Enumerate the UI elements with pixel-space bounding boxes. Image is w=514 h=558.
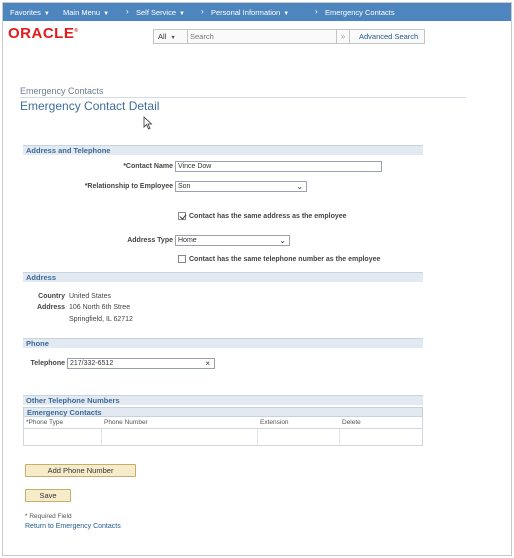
chevron-down-icon: ▼ xyxy=(43,11,50,17)
address-section-header: Address xyxy=(23,272,423,282)
chevron-down-icon: ▼ xyxy=(170,35,176,41)
country-label: Country xyxy=(38,293,65,300)
address-telephone-section-header: Address and Telephone xyxy=(23,145,423,155)
header-bar: ORACLE® All▼ » Advanced Search xyxy=(3,21,511,67)
telephone-label: Telephone xyxy=(30,360,65,367)
phone-type-cell[interactable] xyxy=(24,429,102,445)
registered-mark: ® xyxy=(74,28,79,34)
telephone-value: 217/332-6512 xyxy=(70,360,114,367)
same-address-checkbox[interactable] xyxy=(178,212,186,220)
clear-icon[interactable]: × xyxy=(205,359,210,368)
address-type-select[interactable]: Home ⌄ xyxy=(175,235,290,246)
search-bar: All▼ » Advanced Search xyxy=(153,29,425,44)
country-value: United States xyxy=(69,293,112,300)
chevron-down-icon: ▼ xyxy=(179,11,185,17)
self-service-menu[interactable]: Self Service ▼ xyxy=(136,8,185,17)
return-to-emergency-contacts-link[interactable]: Return to Emergency Contacts xyxy=(25,523,121,530)
chevron-down-icon: ⌄ xyxy=(296,182,303,191)
contact-name-field[interactable]: Vince Dow xyxy=(175,161,382,172)
save-button[interactable]: Save xyxy=(25,489,71,502)
chevron-down-icon: ▼ xyxy=(103,11,110,17)
breadcrumb-separator-icon: › xyxy=(315,7,318,16)
address-label: Address xyxy=(36,304,65,311)
column-phone-type[interactable]: *Phone Type xyxy=(26,419,63,426)
search-input[interactable] xyxy=(190,31,330,42)
same-phone-checkbox[interactable] xyxy=(178,255,186,263)
relationship-select[interactable]: Son ⌄ xyxy=(175,181,307,192)
page-title: Emergency Contact Detail xyxy=(20,99,160,113)
search-go-button[interactable]: » xyxy=(336,30,350,43)
other-numbers-section-header: Other Telephone Numbers xyxy=(23,395,423,405)
chevron-down-icon: ⌄ xyxy=(279,236,286,245)
breadcrumb-separator-icon: › xyxy=(201,7,204,16)
address-line-2: Springfield, IL 62712 xyxy=(69,316,133,323)
mouse-cursor-icon xyxy=(143,116,153,130)
page-breadcrumb: Emergency Contacts xyxy=(20,86,104,96)
telephone-field[interactable]: 217/332-6512 × xyxy=(67,358,215,369)
address-type-value: Home xyxy=(178,237,197,244)
column-phone-number[interactable]: Phone Number xyxy=(104,419,148,426)
logo-text: ORACLE xyxy=(8,25,75,42)
search-scope-value: All xyxy=(158,32,167,41)
address-line-1: 106 North 6th Stree xyxy=(69,304,131,311)
personal-information-label: Personal Information xyxy=(211,8,281,17)
relationship-value: Son xyxy=(178,183,191,190)
same-address-label: Contact has the same address as the empl… xyxy=(189,213,347,220)
oracle-logo: ORACLE® xyxy=(8,25,79,42)
same-phone-label: Contact has the same telephone number as… xyxy=(189,256,381,263)
main-menu-label: Main Menu xyxy=(63,8,101,17)
grid-column-headers: *Phone Type Phone Number Extension Delet… xyxy=(23,417,423,429)
app-frame: Favorites ▼ Main Menu ▼ › Self Service ▼ › … xyxy=(2,2,512,556)
search-scope-dropdown[interactable]: All ▼ xyxy=(154,30,188,43)
self-service-label: Self Service xyxy=(136,8,177,17)
column-delete[interactable]: Delete xyxy=(342,419,361,426)
add-phone-number-button[interactable]: Add Phone Number xyxy=(25,464,136,477)
phone-number-cell[interactable] xyxy=(102,429,258,445)
address-type-label: Address Type xyxy=(127,237,173,244)
emergency-contacts-grid-header: Emergency Contacts xyxy=(23,407,423,417)
emergency-contacts-nav-link[interactable]: Emergency Contacts xyxy=(325,8,395,17)
chevron-down-icon: ▼ xyxy=(283,11,290,17)
divider xyxy=(20,97,466,98)
column-extension[interactable]: Extension xyxy=(260,419,289,426)
personal-information-menu[interactable]: Personal Information ▼ xyxy=(211,8,289,17)
required-field-note: * Required Field xyxy=(25,513,72,520)
relationship-label: *Relationship to Employee xyxy=(84,183,173,190)
contact-name-label: *Contact Name xyxy=(123,163,173,170)
advanced-search-link[interactable]: Advanced Search xyxy=(359,32,418,41)
favorites-label: Favorites xyxy=(10,8,41,17)
extension-cell[interactable] xyxy=(258,429,340,445)
breadcrumb-separator-icon: › xyxy=(126,7,129,16)
table-row xyxy=(23,429,423,446)
top-navigation-bar: Favorites ▼ Main Menu ▼ › Self Service ▼ › … xyxy=(3,3,511,21)
favorites-menu[interactable]: Favorites ▼ xyxy=(10,8,50,17)
phone-section-header: Phone xyxy=(23,338,423,348)
main-menu[interactable]: Main Menu ▼ xyxy=(63,8,109,17)
delete-cell[interactable] xyxy=(340,429,422,445)
